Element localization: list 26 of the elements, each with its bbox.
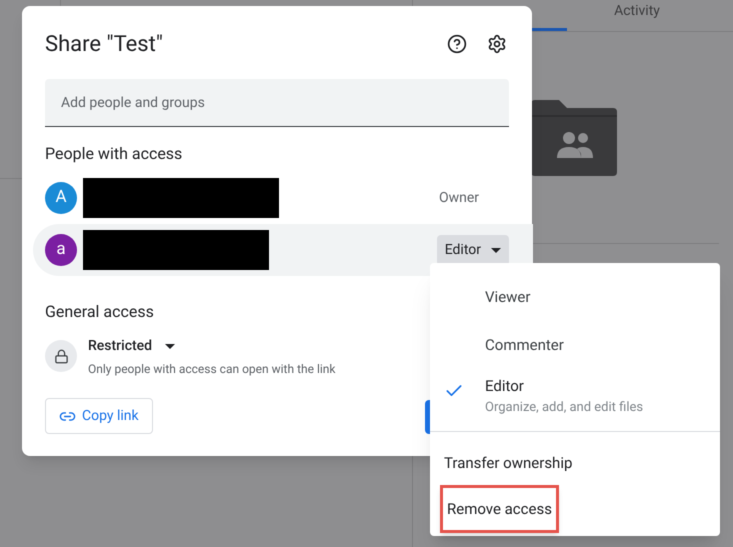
section-heading: People with access — [45, 143, 184, 165]
menu-item[interactable]: Remove access — [440, 484, 559, 534]
help-icon[interactable] — [447, 34, 467, 54]
menu-item-description: Organize, add, and edit files — [485, 398, 644, 416]
lock-icon — [54, 348, 68, 364]
settings-icon[interactable] — [487, 34, 507, 54]
menu-item[interactable]: Editor Organize, add, and edit files — [430, 367, 720, 425]
menu-item-label: Viewer — [485, 287, 530, 308]
caret-icon — [165, 344, 176, 349]
copy-link-button[interactable]: Copy link — [45, 398, 153, 434]
menu-item[interactable]: Viewer — [430, 271, 720, 319]
shared-folder-icon — [531, 100, 617, 176]
menu-item[interactable]: Commenter — [430, 319, 720, 367]
menu-item[interactable]: Transfer ownership — [440, 442, 576, 484]
menu-item-label: Commenter — [485, 335, 564, 356]
avatar: A — [45, 182, 77, 214]
add-people-field[interactable]: Add people and groups — [45, 79, 509, 127]
access-dropdown[interactable]: Restricted — [88, 336, 176, 357]
dialog-title: Share "Test" — [45, 30, 164, 58]
role-dropdown[interactable]: Editor — [436, 234, 509, 266]
access-description: Only people with access can open with the link — [88, 361, 336, 378]
avatar: a — [45, 234, 77, 266]
menu-item-label: Editor — [485, 376, 525, 397]
section-heading: General access — [45, 301, 155, 323]
role-label: Owner — [438, 188, 479, 208]
caret-icon — [491, 248, 501, 252]
